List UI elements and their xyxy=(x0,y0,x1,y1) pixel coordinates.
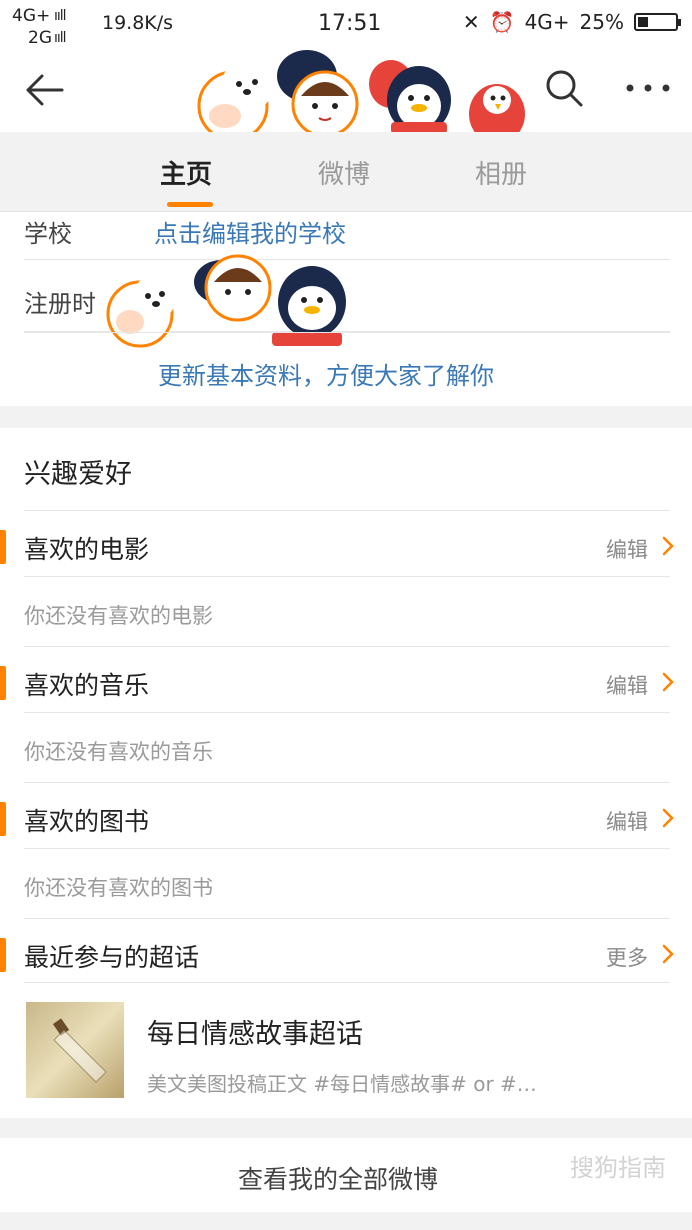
divider xyxy=(24,712,670,713)
more-button[interactable]: 更多 xyxy=(606,942,648,972)
edit-button[interactable]: 编辑 xyxy=(606,534,648,564)
battery-icon xyxy=(634,13,681,31)
accent-bar xyxy=(0,802,6,836)
accent-bar xyxy=(0,666,6,700)
divider xyxy=(24,982,670,983)
more-options-icon[interactable] xyxy=(624,78,672,98)
edit-button[interactable]: 编辑 xyxy=(606,806,648,836)
signal-bars-icon: ııll xyxy=(54,8,67,24)
network-type-bottom: 2G xyxy=(28,28,52,48)
profile-tabs: 主页 微博 相册 xyxy=(0,132,692,212)
clock: 17:51 xyxy=(318,11,382,36)
interest-music-header[interactable]: 喜欢的音乐 编辑 xyxy=(0,648,692,712)
network-speed: 19.8K/s xyxy=(102,12,174,34)
accent-bar xyxy=(0,938,6,972)
interest-title: 喜欢的音乐 xyxy=(24,671,150,700)
update-profile-link[interactable]: 更新基本资料，方便大家了解你 xyxy=(158,356,494,391)
signal-bars-icon: ııll xyxy=(54,30,67,46)
section-title: 兴趣爱好 xyxy=(24,459,132,490)
empty-hint: 你还没有喜欢的图书 xyxy=(24,876,213,900)
tab-album[interactable]: 相册 xyxy=(475,154,527,191)
edit-button[interactable]: 编辑 xyxy=(606,670,648,700)
empty-hint: 你还没有喜欢的电影 xyxy=(24,604,213,628)
recent-supertopics-header[interactable]: 最近参与的超话 更多 xyxy=(0,920,692,984)
divider xyxy=(24,576,670,577)
divider xyxy=(24,918,670,919)
mute-icon: ✕ xyxy=(462,10,480,34)
view-all-label: 查看我的全部微博 xyxy=(238,1165,439,1194)
divider xyxy=(24,646,670,647)
divider xyxy=(24,510,670,511)
network-type-top: 4G+ xyxy=(12,6,51,26)
interest-title: 最近参与的超话 xyxy=(24,943,200,972)
nav-header xyxy=(0,48,692,144)
topic-title: 每日情感故事超话 xyxy=(147,1019,363,1050)
bottle-image xyxy=(52,1018,107,1083)
chevron-right-icon xyxy=(662,808,674,828)
info-label: 注册时 xyxy=(24,290,96,318)
divider xyxy=(24,782,670,783)
divider xyxy=(24,848,670,849)
topic-description: 美文美图投稿正文 #每日情感故事# or #… xyxy=(147,1072,537,1096)
sticker-decoration xyxy=(197,50,525,144)
back-arrow-icon[interactable] xyxy=(22,68,66,112)
info-label: 学校 xyxy=(24,220,72,248)
network-type-right: 4G+ xyxy=(524,10,570,34)
interest-movies-header[interactable]: 喜欢的电影 编辑 xyxy=(0,512,692,576)
signal-indicator: 4G+ ııll 2G ııll xyxy=(10,4,90,48)
tab-weibo[interactable]: 微博 xyxy=(318,154,370,191)
interest-title: 喜欢的图书 xyxy=(24,807,150,836)
sticker-decoration xyxy=(106,254,346,348)
alarm-icon: ⏰ xyxy=(489,10,515,34)
divider xyxy=(24,332,670,333)
interest-title: 喜欢的电影 xyxy=(24,535,150,564)
empty-hint: 你还没有喜欢的音乐 xyxy=(24,740,213,764)
interest-books-header[interactable]: 喜欢的图书 编辑 xyxy=(0,784,692,848)
chevron-right-icon xyxy=(662,944,674,964)
status-icons: ✕ ⏰ 4G+ 25% xyxy=(462,10,681,34)
chevron-right-icon xyxy=(662,672,674,692)
tab-home[interactable]: 主页 xyxy=(160,154,212,191)
active-tab-indicator xyxy=(167,202,213,207)
watermark: 搜狗指南 xyxy=(570,1154,666,1182)
basic-info-card: 学校 点击编辑我的学校 注册时 更新基本资料，方便大家了解你 xyxy=(0,212,692,406)
battery-percent: 25% xyxy=(579,10,624,34)
search-icon[interactable] xyxy=(544,68,584,108)
edit-school-link[interactable]: 点击编辑我的学校 xyxy=(154,214,346,249)
interests-card: 兴趣爱好 喜欢的电影 编辑 你还没有喜欢的电影 喜欢的音乐 编辑 你还没有喜欢的… xyxy=(0,428,692,1118)
topic-thumbnail xyxy=(26,1002,124,1098)
accent-bar xyxy=(0,530,6,564)
chevron-right-icon xyxy=(662,536,674,556)
status-bar: 4G+ ııll 2G ııll 19.8K/s 17:51 ✕ ⏰ 4G+ 2… xyxy=(0,0,692,48)
